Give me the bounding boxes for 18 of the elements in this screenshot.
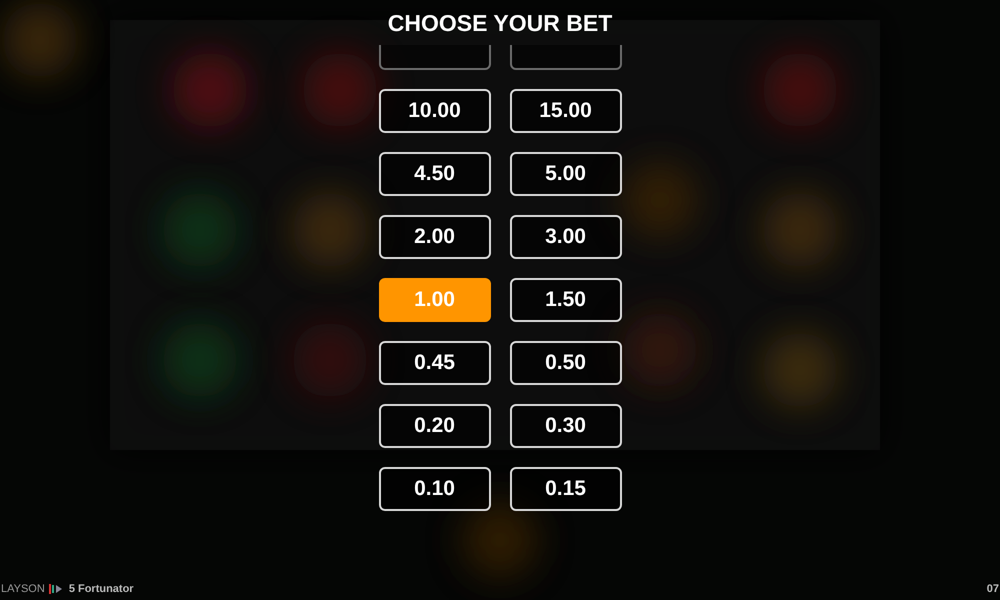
brand-logo: LAYSON <box>1 582 45 597</box>
game-name: 5 Fortunator <box>68 582 134 597</box>
bet-button[interactable]: 0.15 <box>510 467 622 511</box>
bet-button[interactable]: 0.30 <box>510 404 622 448</box>
dialog-title: CHOOSE YOUR BET <box>388 9 612 38</box>
play-logo-icon <box>48 584 63 594</box>
bet-button[interactable]: 0.20 <box>378 404 490 448</box>
clock: 07 <box>986 582 999 597</box>
bet-button[interactable]: 3.00 <box>510 215 622 259</box>
bet-button[interactable]: 0.10 <box>378 467 490 511</box>
bet-button[interactable]: 5.00 <box>510 152 622 196</box>
bet-button[interactable]: 4.50 <box>378 152 490 196</box>
bet-button[interactable]: 15.00 <box>510 89 622 133</box>
bet-button[interactable]: 10.00 <box>378 89 490 133</box>
bet-button[interactable]: 0.50 <box>510 341 622 385</box>
bet-button[interactable]: 0.45 <box>378 341 490 385</box>
bet-button[interactable]: 1.50 <box>510 278 622 322</box>
bet-button[interactable]: 2.00 <box>378 215 490 259</box>
